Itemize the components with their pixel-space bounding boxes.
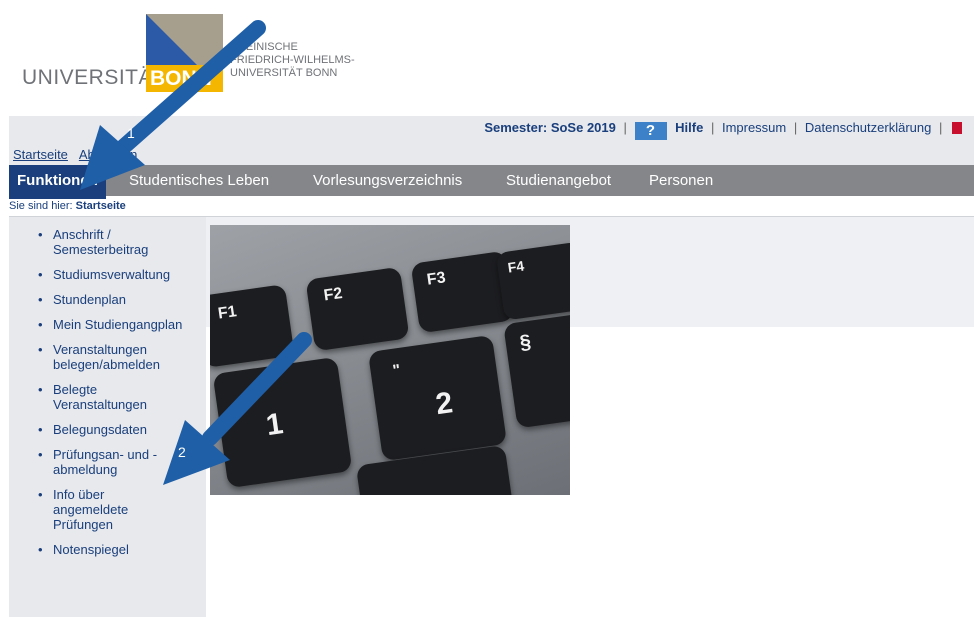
key-1: 1 [212,356,353,489]
separator: | [793,120,798,135]
logo-bonn-text: BONN [146,65,223,92]
breadcrumb: Sie sind hier: Startseite [9,200,126,212]
help-link[interactable]: Hilfe [675,120,703,135]
header: UNIVERSITÄT BONN RHEINISCHE FRIEDRICH-WI… [0,0,974,116]
logout-link[interactable]: Abmelden [79,147,138,162]
sidebar-item-belegte-veranstaltungen[interactable]: Belegte Veranstaltungen [9,382,163,412]
main-nav: Funktionen Studentisches Leben Vorlesung… [9,165,974,199]
sidebar-item-belegungsdaten[interactable]: Belegungsdaten [9,422,206,437]
sidebar-item-info-pruefungen[interactable]: Info über angemeldete Prüfungen [9,487,183,532]
sidebar-item-pruefungsanmeldung[interactable]: Prüfungsan- und -abmeldung [9,447,163,477]
logo-line-1: RHEINISCHE [230,41,298,53]
keyboard-photo: F1 F2 F3 F4 1 2 " § [210,225,570,495]
nav-studienangebot[interactable]: Studienangebot [506,165,611,196]
separator: | [710,120,715,135]
logo-line-3: UNIVERSITÄT BONN [230,67,338,79]
privacy-link[interactable]: Datenschutzerklärung [805,120,931,135]
breadcrumb-current[interactable]: Startseite [76,200,126,212]
nav-personen[interactable]: Personen [649,165,713,196]
key-2: 2 " [367,334,508,462]
nav-vorlesungsverzeichnis[interactable]: Vorlesungsverzeichnis [313,165,462,196]
meta-bar: Semester: SoSe 2019 | ? Hilfe | Impressu… [9,116,974,165]
arrow-1-label: 1 [127,125,135,141]
top-links: Startseite Abmelden [13,147,145,162]
key-3: § [503,310,570,429]
sidebar-item-veranstaltungen-belegen[interactable]: Veranstaltungen belegen/abmelden [9,342,178,372]
nav-studentisches-leben[interactable]: Studentisches Leben [129,165,269,196]
english-flag-icon[interactable] [952,122,962,134]
separator: | [623,120,627,135]
impressum-link[interactable]: Impressum [722,120,786,135]
key-f1: F1 [210,284,295,368]
logo-university-text: UNIVERSITÄT [22,66,167,89]
sidebar-item-anschrift[interactable]: Anschrift / Semesterbeitrag [9,227,183,257]
key-f2: F2 [305,266,410,352]
sidebar-list: Anschrift / Semesterbeitrag Studiumsverw… [9,227,206,567]
key-f4: F4 [495,241,570,321]
logo-line-2: FRIEDRICH-WILHELMS- [230,54,355,66]
sidebar-item-studiumsverwaltung[interactable]: Studiumsverwaltung [9,267,206,282]
help-icon[interactable]: ? [634,122,667,140]
logo-subtitle: RHEINISCHE FRIEDRICH-WILHELMS- UNIVERSIT… [230,41,355,80]
sidebar: Anschrift / Semesterbeitrag Studiumsverw… [9,217,206,617]
sidebar-item-stundenplan[interactable]: Stundenplan [9,292,206,307]
nav-funktionen[interactable]: Funktionen [9,165,106,199]
arrow-2-label: 2 [178,444,186,460]
breadcrumb-prefix: Sie sind hier: [9,200,73,212]
sidebar-item-notenspiegel[interactable]: Notenspiegel [9,542,206,557]
separator: | [938,120,943,135]
meta-links: Semester: SoSe 2019 | ? Hilfe | Impressu… [484,120,962,140]
sidebar-item-studiengangplan[interactable]: Mein Studiengangplan [9,317,206,332]
semester-label[interactable]: Semester: SoSe 2019 [484,120,616,135]
home-link[interactable]: Startseite [13,147,68,162]
